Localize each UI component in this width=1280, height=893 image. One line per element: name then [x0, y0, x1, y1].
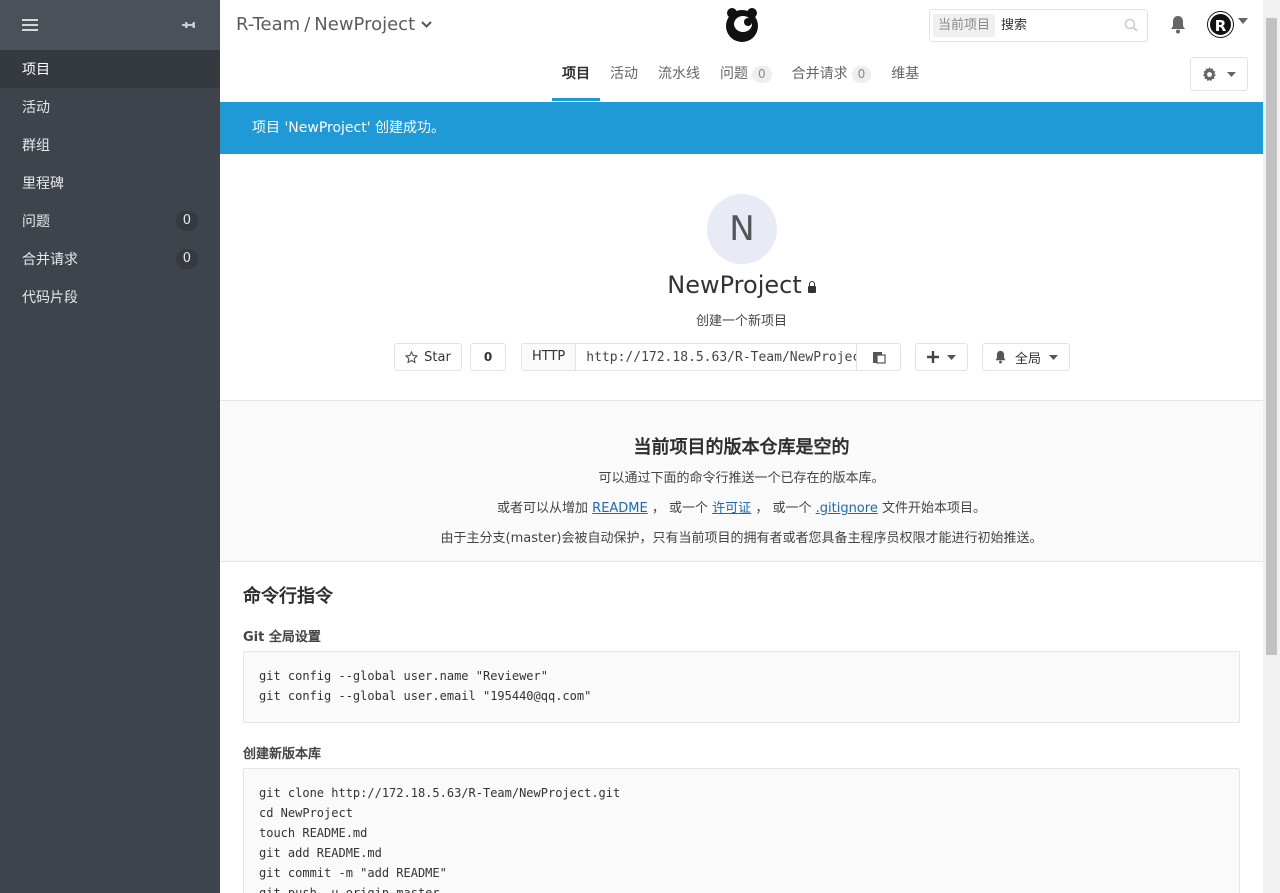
create-repo-code: git clone http://172.18.5.63/R-Team/NewP…: [243, 768, 1240, 893]
sidebar-header: [0, 0, 220, 50]
sidebar-item-snippets[interactable]: 代码片段: [0, 278, 220, 316]
avatar[interactable]: R: [1208, 12, 1233, 37]
line-2-mid-2: ， 或一个: [755, 501, 812, 516]
tab-activity[interactable]: 活动: [600, 50, 648, 101]
command-line-instructions: 命令行指令 Git 全局设置 git config --global user.…: [220, 562, 1263, 893]
sidebar-item-label: 项目: [22, 62, 50, 78]
page-scrollbar[interactable]: [1263, 0, 1280, 893]
sidebar-item-label: 群组: [22, 138, 50, 154]
merge-requests-tab-badge: 0: [851, 65, 872, 83]
caret-down-icon: [1049, 354, 1058, 360]
tab-label: 问题: [720, 66, 748, 82]
empty-repo-line-1: 可以通过下面的命令行推送一个已存在的版本库。: [598, 471, 885, 486]
search-input[interactable]: [1001, 18, 1112, 33]
line-2-prefix: 或者可以从增加: [497, 501, 589, 516]
empty-repo-notice: 当前项目的版本仓库是空的 可以通过下面的命令行推送一个已存在的版本库。 或者可以…: [220, 401, 1263, 562]
create-repo-title: 创建新版本库: [243, 747, 322, 762]
project-avatar: N: [707, 194, 777, 264]
clone-protocol-button[interactable]: HTTP: [522, 344, 577, 370]
tab-wiki[interactable]: 维基: [881, 50, 929, 101]
sidebar-item-label: 合并请求: [22, 252, 78, 268]
search-box[interactable]: 当前项目: [929, 9, 1148, 42]
merge-requests-count-badge: 0: [175, 249, 198, 269]
sidebar-item-issues[interactable]: 问题 0: [0, 202, 220, 240]
pin-icon[interactable]: [182, 17, 198, 33]
settings-dropdown-button[interactable]: [1190, 57, 1248, 91]
flash-message: 项目 'NewProject' 创建成功。: [252, 120, 446, 136]
command-line-title: 命令行指令: [243, 586, 333, 607]
tab-bar: 项目 活动 流水线 问题 0 合并请求 0 维基: [552, 50, 929, 101]
caret-down-icon: [947, 354, 956, 360]
star-label: Star: [424, 349, 451, 365]
tab-issues[interactable]: 问题 0: [710, 50, 782, 101]
clone-url-group: HTTP http://172.18.5.63/R-Team/NewProjec…: [521, 343, 901, 371]
breadcrumb-separator: /: [304, 14, 311, 35]
notification-level-dropdown[interactable]: 全局: [982, 343, 1070, 371]
logo-icon[interactable]: [723, 6, 761, 44]
sidebar-item-groups[interactable]: 群组: [0, 126, 220, 164]
project-name: NewProject: [667, 271, 802, 299]
line-2-suffix: 文件开始本项目。: [881, 501, 986, 516]
flash-notice: 项目 'NewProject' 创建成功。: [220, 102, 1263, 154]
empty-repo-title: 当前项目的版本仓库是空的: [633, 437, 850, 458]
project-subnav: 项目 活动 流水线 问题 0 合并请求 0 维基: [220, 50, 1263, 102]
search-icon: [1124, 18, 1138, 32]
issues-tab-badge: 0: [752, 65, 772, 83]
hamburger-menu-icon[interactable]: [22, 19, 38, 31]
readme-link[interactable]: README: [592, 501, 648, 516]
sidebar-item-label: 活动: [22, 100, 50, 116]
star-button[interactable]: Star: [394, 343, 462, 371]
star-icon: [405, 350, 419, 363]
sidebar-item-milestones[interactable]: 里程碑: [0, 164, 220, 202]
caret-down-icon: [1227, 71, 1236, 77]
clipboard-icon: [872, 352, 886, 364]
top-header: R-Team / NewProject 当前项目 R: [220, 0, 1263, 50]
tab-label: 活动: [610, 66, 638, 82]
search-scope-chip[interactable]: 当前项目: [933, 14, 996, 37]
tab-merge-requests[interactable]: 合并请求 0: [782, 50, 882, 101]
sidebar-item-label: 代码片段: [22, 290, 78, 306]
tab-pipelines[interactable]: 流水线: [648, 50, 710, 101]
sidebar: 项目 活动 群组 里程碑 问题 0 合并请求 0 代码片段: [0, 0, 220, 893]
license-link[interactable]: 许可证: [712, 501, 751, 516]
plus-icon: [927, 351, 939, 363]
sidebar-item-label: 里程碑: [22, 176, 64, 192]
clone-url-input[interactable]: http://172.18.5.63/R-Team/NewProject.git: [576, 350, 856, 365]
git-global-setup-title: Git 全局设置: [243, 630, 321, 645]
tab-label: 维基: [891, 66, 920, 82]
scrollbar-thumb[interactable]: [1266, 18, 1277, 655]
project-home-panel: N NewProject 创建一个新项目 Star 0 HTTP http://…: [220, 154, 1263, 401]
bell-icon: [995, 350, 1006, 364]
tab-label: 流水线: [658, 66, 700, 82]
line-2-mid-1: ， 或一个: [651, 501, 709, 516]
breadcrumb: R-Team / NewProject: [236, 14, 432, 35]
notification-level-label: 全局: [1014, 351, 1041, 367]
breadcrumb-group[interactable]: R-Team: [236, 14, 300, 35]
chevron-down-icon[interactable]: [1238, 18, 1248, 24]
breadcrumb-project[interactable]: NewProject: [314, 14, 415, 35]
lock-icon: [807, 281, 816, 293]
copy-url-button[interactable]: [856, 344, 900, 370]
tab-label: 合并请求: [791, 66, 848, 82]
empty-repo-line-2: 或者可以从增加 README ， 或一个 许可证 ， 或一个 .gitignor…: [220, 497, 1263, 516]
tab-label: 项目: [562, 66, 590, 82]
new-item-dropdown-button[interactable]: [915, 343, 968, 371]
sidebar-item-merge-requests[interactable]: 合并请求 0: [0, 240, 220, 278]
sidebar-item-projects[interactable]: 项目: [0, 50, 220, 88]
project-description: 创建一个新项目: [695, 314, 787, 329]
tab-project[interactable]: 项目: [552, 50, 600, 101]
issues-count-badge: 0: [175, 211, 198, 231]
gitignore-link[interactable]: .gitignore: [816, 501, 878, 516]
git-global-setup-code: git config --global user.name "Reviewer"…: [243, 651, 1240, 723]
bell-icon[interactable]: [1169, 15, 1187, 34]
chevron-down-icon[interactable]: [421, 20, 432, 29]
gear-icon: [1202, 66, 1216, 81]
empty-repo-line-3: 由于主分支(master)会被自动保护，只有当前项目的拥有者或者您具备主程序员权…: [440, 531, 1043, 546]
sidebar-item-label: 问题: [22, 214, 50, 230]
project-title: NewProject: [220, 271, 1263, 299]
star-count[interactable]: 0: [470, 343, 506, 371]
sidebar-item-activity[interactable]: 活动: [0, 88, 220, 126]
